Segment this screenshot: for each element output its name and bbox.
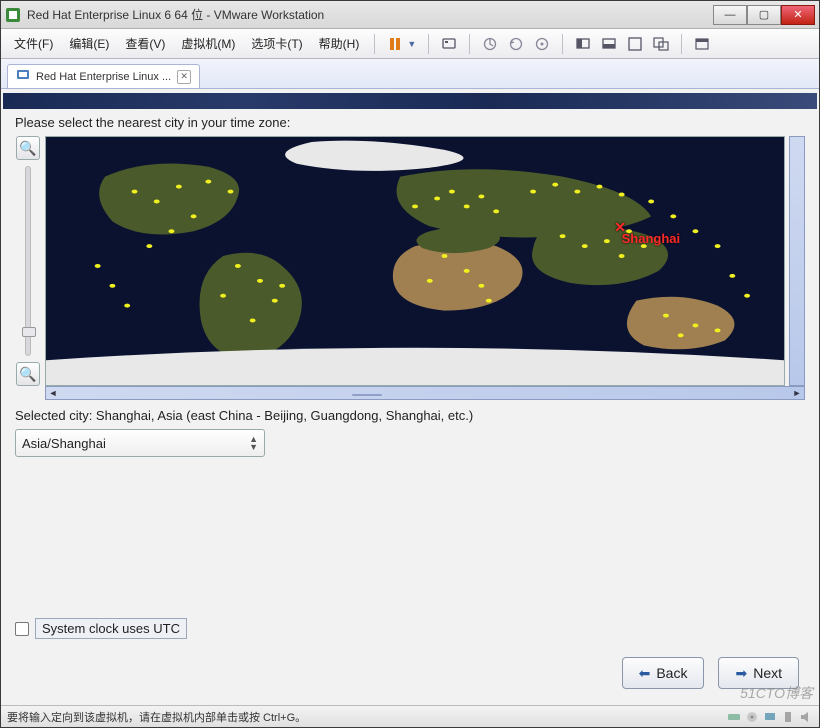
vm-tabstrip: Red Hat Enterprise Linux ... ✕ (1, 59, 819, 89)
window-buttons: — ▢ ✕ (713, 5, 815, 25)
scroll-right-icon[interactable]: ► (790, 387, 804, 399)
toolbar-separator (469, 34, 470, 54)
snapshot-revert-icon[interactable] (507, 35, 525, 53)
timezone-dropdown[interactable]: Asia/Shanghai ▲▼ (15, 429, 265, 457)
snapshot-take-icon[interactable] (481, 35, 499, 53)
send-ctrl-alt-del-icon[interactable] (440, 35, 458, 53)
utc-row: System clock uses UTC (15, 618, 805, 639)
installer-body: Please select the nearest city in your t… (1, 115, 819, 705)
utc-checkbox-label[interactable]: System clock uses UTC (35, 618, 187, 639)
disk-icon[interactable] (727, 710, 741, 724)
fit-window-icon[interactable] (600, 35, 618, 53)
map-zoom-controls: 🔍 🔍 (15, 136, 41, 386)
menu-help[interactable]: 帮助(H) (312, 32, 367, 55)
utc-checkbox[interactable] (15, 622, 29, 636)
selected-city-map-label: Shanghai (622, 231, 681, 246)
world-map-svg (46, 137, 784, 385)
arrow-right-icon: ➡ (735, 665, 747, 682)
selected-city-label: Selected city: Shanghai, Asia (east Chin… (15, 408, 805, 423)
next-button-label: Next (753, 665, 782, 681)
zoom-in-button[interactable]: 🔍 (16, 136, 40, 160)
menubar: 文件(F) 编辑(E) 查看(V) 虚拟机(M) 选项卡(T) 帮助(H) ▼ (1, 29, 819, 59)
arrow-left-icon: ⬅ (639, 665, 651, 682)
nav-buttons: ⬅ Back ➡ Next (15, 657, 805, 689)
close-button[interactable]: ✕ (781, 5, 815, 25)
timezone-map-row: 🔍 🔍 (15, 136, 805, 386)
thumbnail-bar-icon[interactable] (693, 35, 711, 53)
usb-icon[interactable] (781, 710, 795, 724)
zoom-out-button[interactable]: 🔍 (16, 362, 40, 386)
guest-display: Please select the nearest city in your t… (1, 89, 819, 705)
maximize-button[interactable]: ▢ (747, 5, 781, 25)
dropdown-spinner-icon: ▲▼ (249, 435, 258, 451)
minimize-button[interactable]: — (713, 5, 747, 25)
toolbar-separator (562, 34, 563, 54)
vm-tab-rhel[interactable]: Red Hat Enterprise Linux ... ✕ (7, 64, 200, 88)
back-button-label: Back (656, 665, 687, 681)
fit-guest-icon[interactable] (574, 35, 592, 53)
statusbar-device-icons (727, 710, 813, 724)
vm-tab-label: Red Hat Enterprise Linux ... (36, 71, 171, 83)
vmware-logo-icon (5, 7, 21, 23)
scroll-left-icon[interactable]: ◄ (46, 387, 60, 399)
hscroll-thumb[interactable] (352, 394, 382, 396)
vm-tab-icon (16, 68, 30, 85)
titlebar[interactable]: Red Hat Enterprise Linux 6 64 位 - VMware… (1, 1, 819, 29)
snapshot-manager-icon[interactable] (533, 35, 551, 53)
unity-icon[interactable] (652, 35, 670, 53)
cd-icon[interactable] (745, 710, 759, 724)
statusbar: 要将输入定向到该虚拟机，请在虚拟机内部单击或按 Ctrl+G。 (1, 705, 819, 727)
tab-close-icon[interactable]: ✕ (177, 70, 191, 84)
menu-vm[interactable]: 虚拟机(M) (174, 32, 242, 55)
map-horizontal-scrollbar[interactable]: ◄ ► (45, 386, 805, 400)
zoom-slider-track[interactable] (25, 166, 31, 356)
back-button[interactable]: ⬅ Back (622, 657, 705, 689)
timezone-map[interactable]: ✕ Shanghai (45, 136, 785, 386)
zoom-slider-thumb[interactable] (22, 327, 36, 337)
next-button[interactable]: ➡ Next (718, 657, 799, 689)
zoom-out-icon: 🔍 (19, 366, 36, 383)
statusbar-hint: 要将输入定向到该虚拟机，请在虚拟机内部单击或按 Ctrl+G。 (7, 709, 306, 725)
map-vertical-scrollbar[interactable] (789, 136, 805, 386)
installer-banner (3, 93, 817, 109)
menu-tabs[interactable]: 选项卡(T) (244, 32, 309, 55)
menu-file[interactable]: 文件(F) (7, 32, 60, 55)
window-title: Red Hat Enterprise Linux 6 64 位 - VMware… (27, 6, 713, 23)
power-dropdown-arrow-icon[interactable]: ▼ (407, 39, 416, 49)
timezone-prompt: Please select the nearest city in your t… (15, 115, 805, 130)
menu-view[interactable]: 查看(V) (118, 32, 172, 55)
fullscreen-icon[interactable] (626, 35, 644, 53)
pause-icon[interactable] (386, 35, 404, 53)
network-icon[interactable] (763, 710, 777, 724)
toolbar-separator (681, 34, 682, 54)
zoom-in-icon: 🔍 (19, 140, 36, 157)
sound-icon[interactable] (799, 710, 813, 724)
app-window: Red Hat Enterprise Linux 6 64 位 - VMware… (0, 0, 820, 728)
timezone-dropdown-value: Asia/Shanghai (22, 436, 106, 451)
toolbar-separator (374, 34, 375, 54)
toolbar-separator (428, 34, 429, 54)
spacer (15, 457, 805, 618)
menu-edit[interactable]: 编辑(E) (62, 32, 116, 55)
